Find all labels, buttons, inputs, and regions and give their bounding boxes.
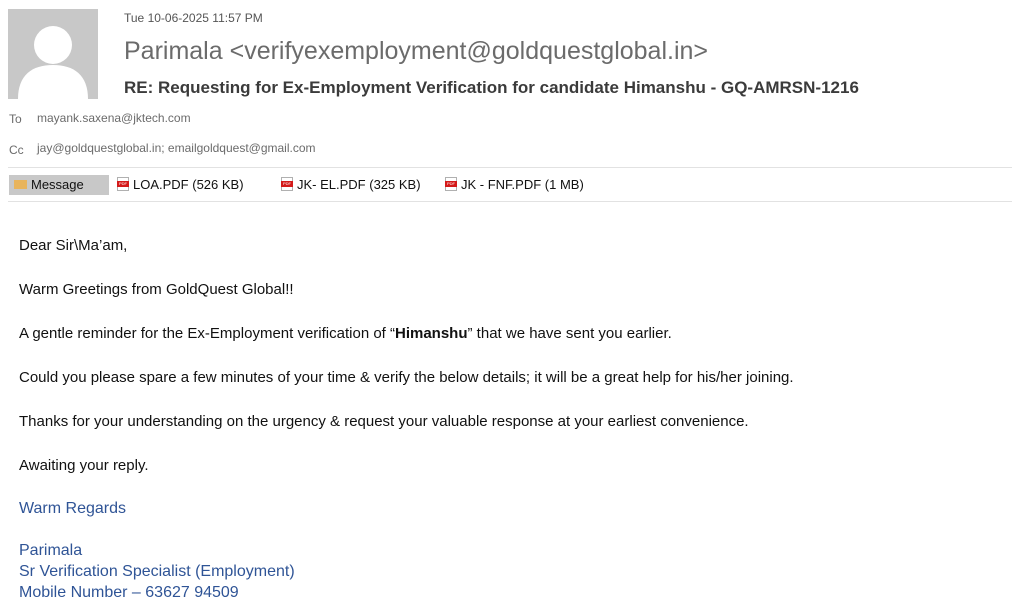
- email-subject: RE: Requesting for Ex-Employment Verific…: [124, 78, 859, 97]
- cc-recipients[interactable]: jay@goldquestglobal.in; emailgoldquest@g…: [37, 141, 316, 155]
- attachment-fnf[interactable]: JK - FNF.PDF (1 MB): [445, 177, 584, 192]
- body-line-greetings: Warm Greetings from GoldQuest Global!!: [19, 281, 294, 298]
- attachment-label: LOA.PDF (526 KB): [133, 177, 244, 192]
- envelope-icon: [14, 180, 27, 189]
- header-divider: [8, 167, 1012, 168]
- body-line-request: Could you please spare a few minutes of …: [19, 369, 794, 386]
- person-silhouette-icon: [18, 26, 88, 99]
- cc-label: Cc: [9, 143, 24, 157]
- to-label: To: [9, 112, 22, 126]
- greeting: Dear Sir\Ma’am,: [19, 237, 128, 254]
- attachment-loa[interactable]: LOA.PDF (526 KB): [117, 177, 244, 192]
- body-line-reminder: A gentle reminder for the Ex-Employment …: [19, 325, 672, 342]
- signature-mobile: Mobile Number – 63627 94509: [19, 584, 239, 601]
- pdf-icon: [445, 177, 457, 191]
- pdf-icon: [117, 177, 129, 191]
- reminder-text-start: A gentle reminder for the Ex-Employment …: [19, 325, 395, 342]
- candidate-name: Himanshu: [395, 325, 468, 342]
- signature-title: Sr Verification Specialist (Employment): [19, 563, 295, 580]
- body-line-awaiting: Awaiting your reply.: [19, 457, 149, 474]
- attachment-label: JK- EL.PDF (325 KB): [297, 177, 421, 192]
- reminder-text-end: ” that we have sent you earlier.: [467, 325, 672, 342]
- body-line-thanks: Thanks for your understanding on the urg…: [19, 413, 749, 430]
- signature-closing: Warm Regards: [19, 500, 126, 517]
- attachments-divider: [8, 201, 1012, 202]
- attachment-label: JK - FNF.PDF (1 MB): [461, 177, 584, 192]
- message-tab[interactable]: Message: [9, 175, 109, 195]
- to-recipients[interactable]: mayank.saxena@jktech.com: [37, 111, 191, 125]
- message-tab-label: Message: [31, 177, 84, 192]
- pdf-icon: [281, 177, 293, 191]
- sender-avatar: [8, 9, 98, 99]
- signature-name: Parimala: [19, 542, 83, 559]
- sender-name[interactable]: Parimala <verifyexemployment@goldquestgl…: [124, 37, 708, 66]
- sent-date: Tue 10-06-2025 11:57 PM: [124, 11, 263, 25]
- attachment-el[interactable]: JK- EL.PDF (325 KB): [281, 177, 421, 192]
